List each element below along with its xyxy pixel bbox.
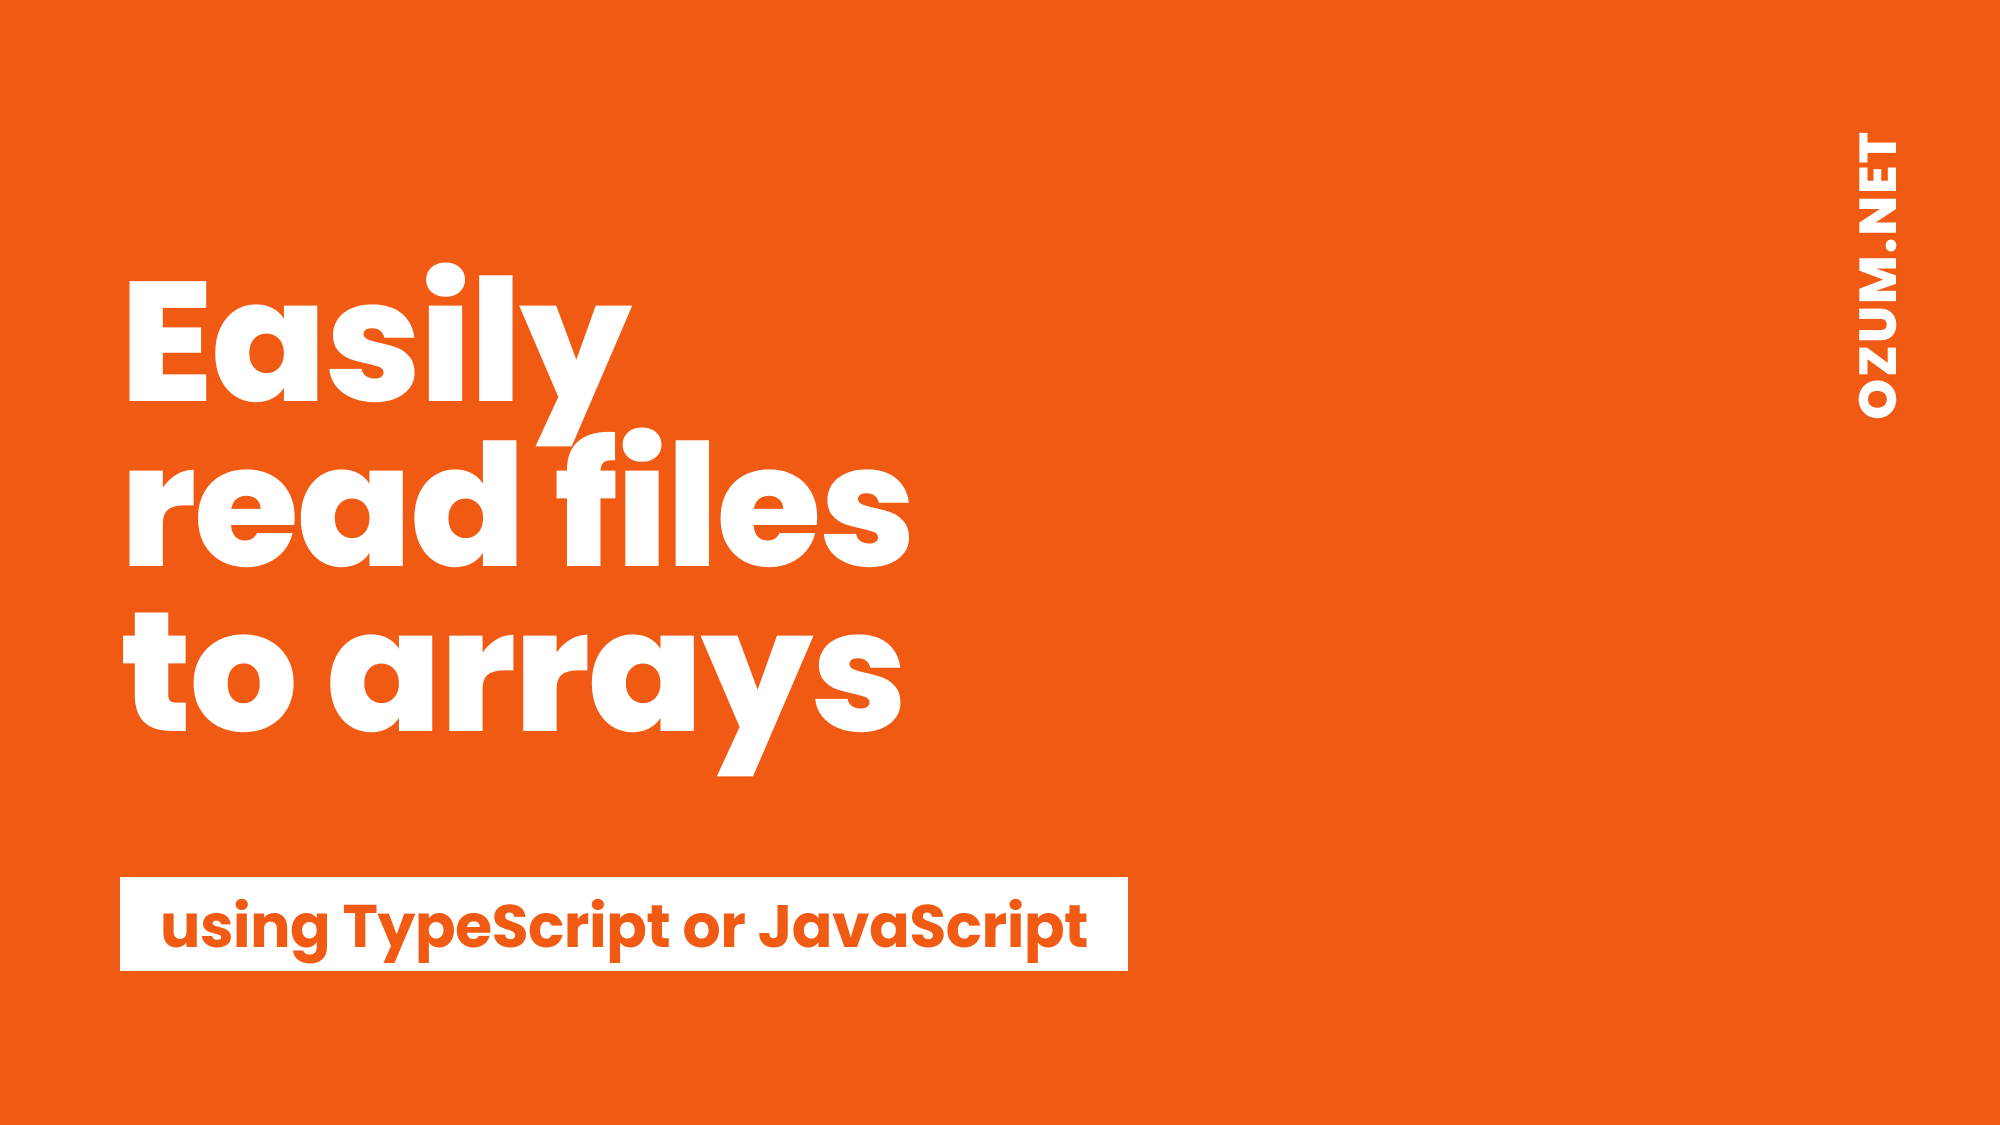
- subtitle-box: using TypeScript or JavaScript: [120, 877, 1128, 971]
- hero-slide: Easily read files to arrays using TypeSc…: [0, 0, 2000, 1125]
- subtitle-text: using TypeScript or JavaScript: [160, 896, 1088, 956]
- headline-line-3: to arrays: [120, 590, 914, 755]
- brand-label: OZUM.NET: [1853, 130, 1905, 420]
- headline: Easily read files to arrays: [120, 260, 914, 755]
